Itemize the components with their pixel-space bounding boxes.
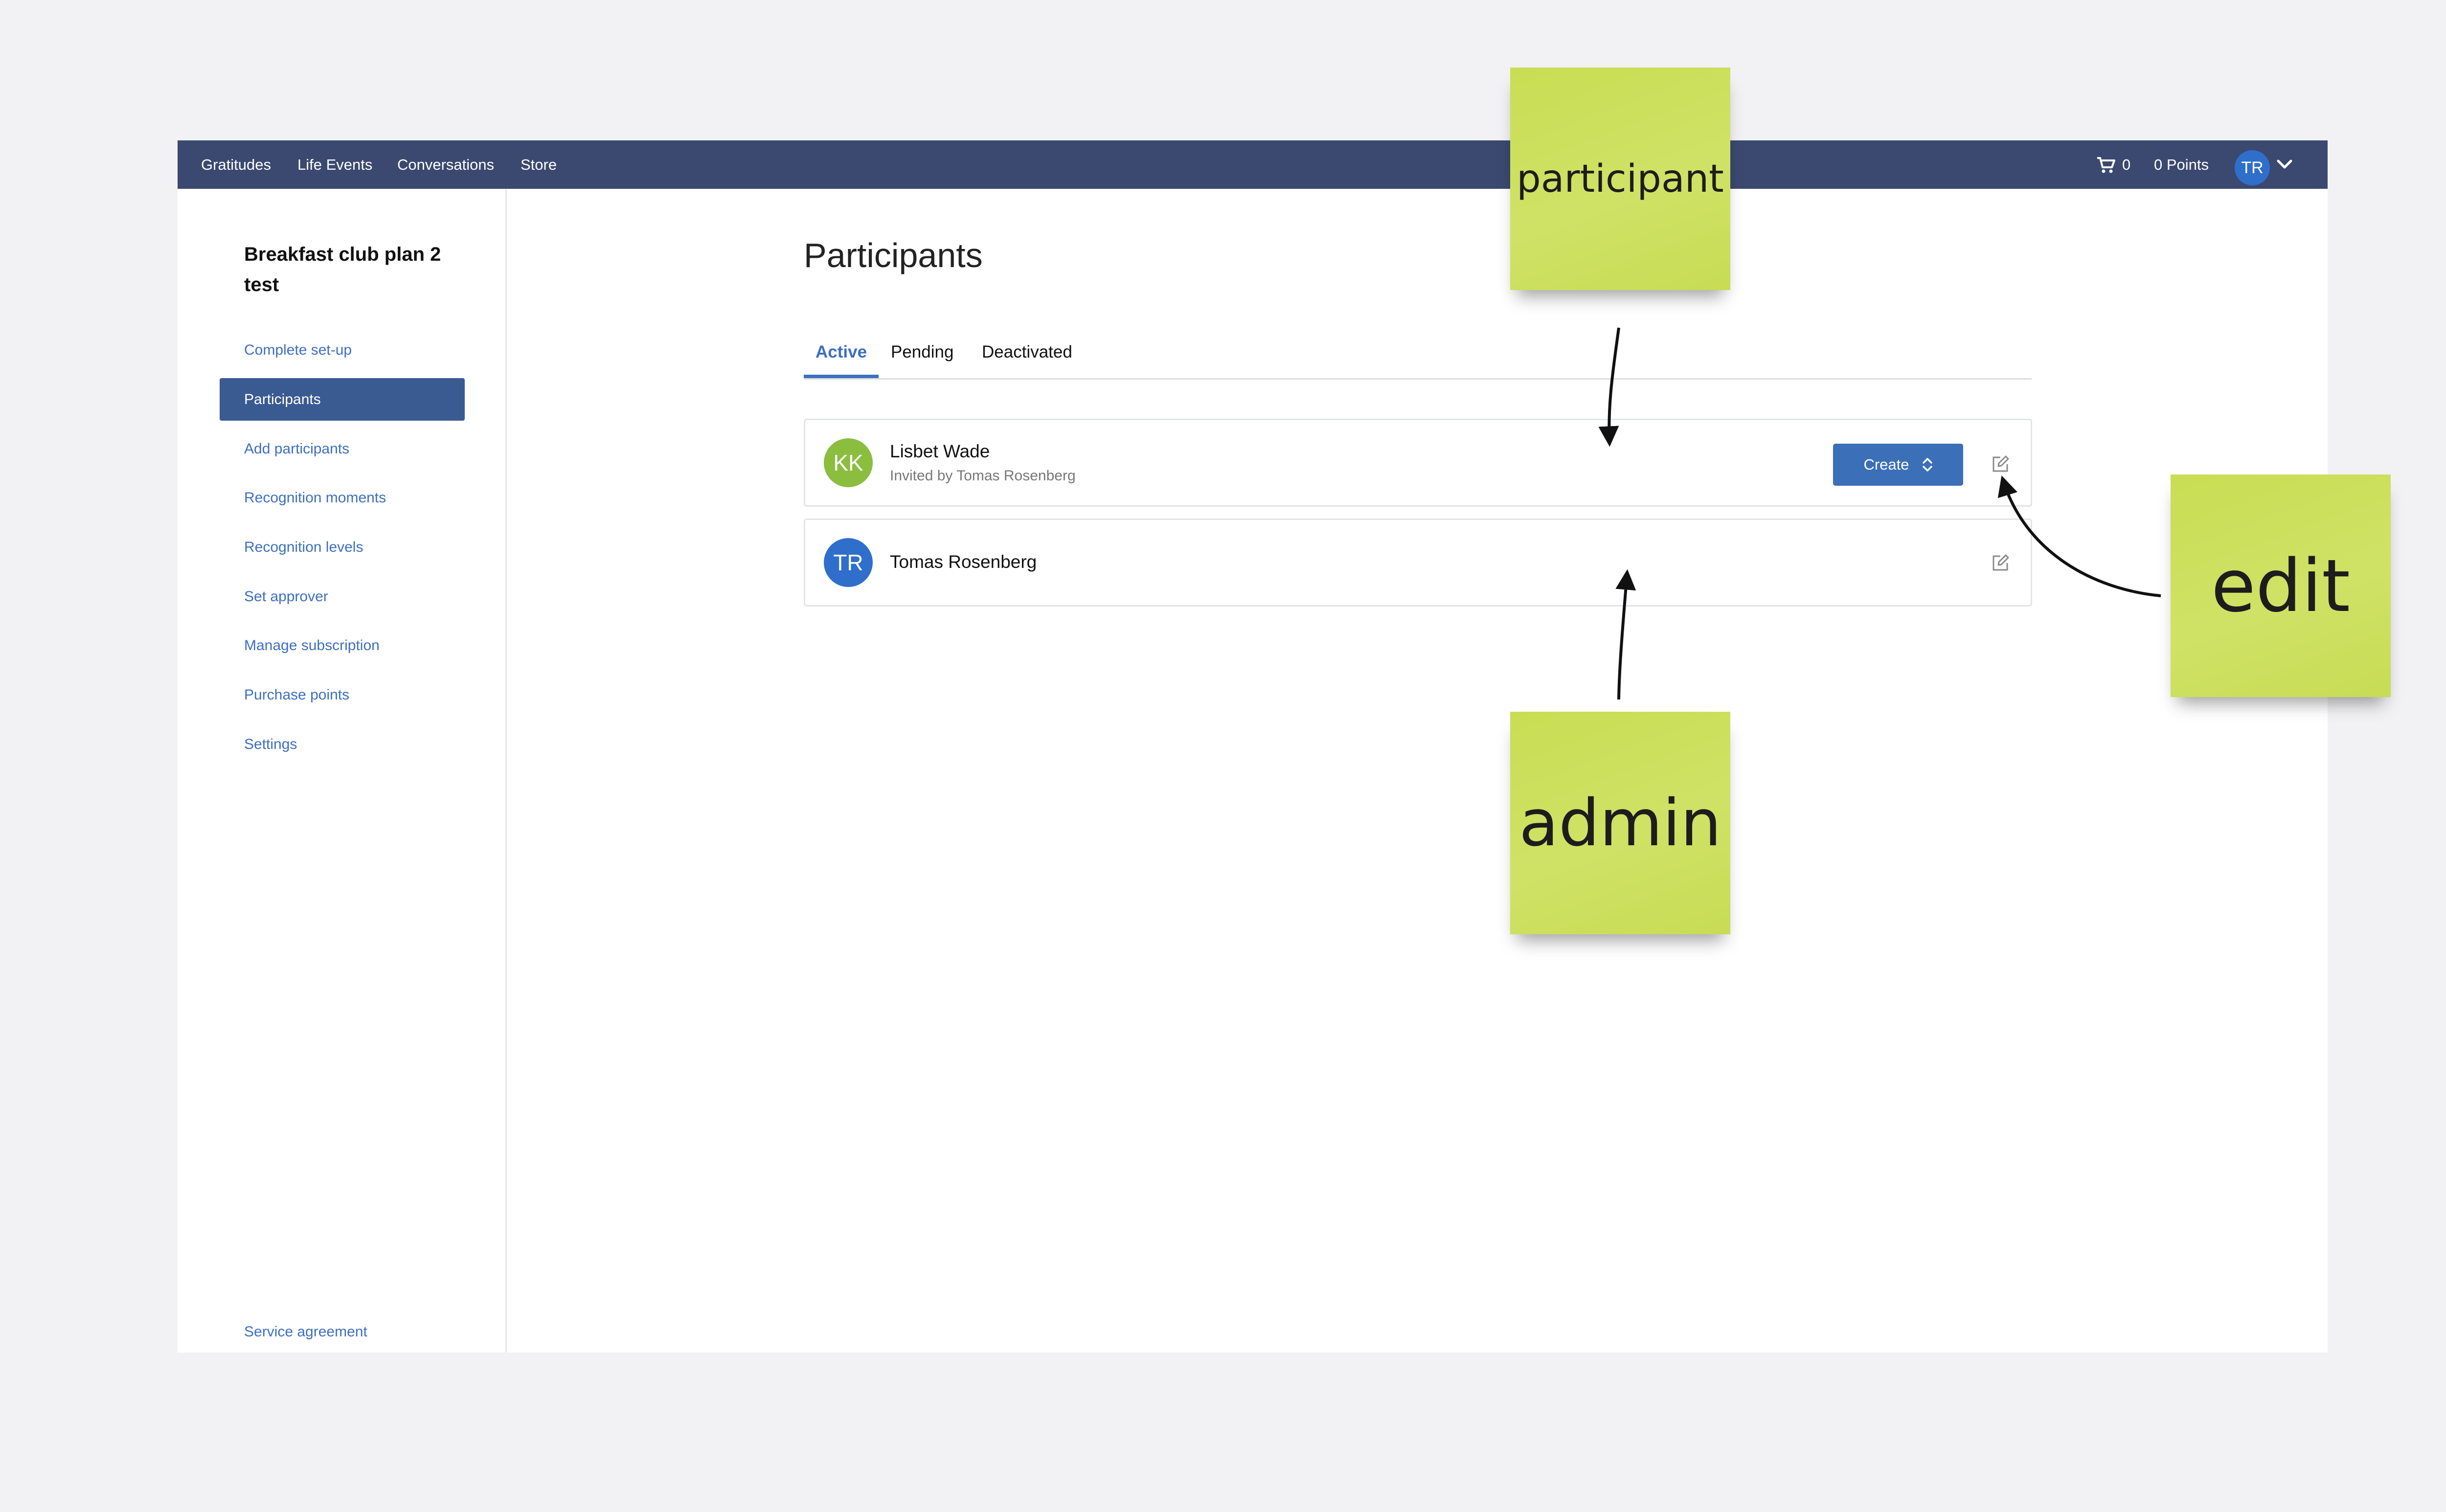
participant-row[interactable]: KK Lisbet Wade Invited by Tomas Rosenber…	[804, 419, 2032, 507]
sticky-note-admin: admin	[1510, 712, 1730, 934]
sticky-note-edit: edit	[2171, 474, 2391, 697]
sidebar-item-set-approver[interactable]: Set approver	[220, 575, 465, 618]
cart-button[interactable]: 0	[2096, 140, 2130, 189]
top-navigation-bar: Gratitudes Life Events Conversations Sto…	[178, 140, 2328, 189]
participant-row[interactable]: TR Tomas Rosenberg	[804, 519, 2032, 607]
user-avatar[interactable]: TR	[2235, 150, 2270, 185]
nav-life-events[interactable]: Life Events	[297, 140, 372, 189]
create-button[interactable]: Create	[1833, 444, 1963, 486]
app-window: Gratitudes Life Events Conversations Sto…	[178, 140, 2328, 1353]
avatar: TR	[824, 538, 873, 587]
sort-arrows-icon	[1922, 458, 1932, 472]
edit-icon[interactable]	[1991, 454, 2010, 474]
sticky-note-label: admin	[1519, 785, 1721, 861]
sidebar-item-complete-setup[interactable]: Complete set-up	[220, 329, 465, 371]
sticky-note-participant: participant	[1510, 68, 1730, 290]
tab-deactivated[interactable]: Deactivated	[982, 336, 1072, 378]
service-agreement-link[interactable]: Service agreement	[244, 1324, 367, 1340]
chevron-down-icon[interactable]	[2276, 158, 2293, 171]
points-balance[interactable]: 0 Points	[2154, 140, 2209, 189]
tab-active[interactable]: Active	[804, 336, 879, 378]
edit-icon[interactable]	[1991, 553, 2010, 573]
sidebar-item-purchase-points[interactable]: Purchase points	[220, 674, 465, 716]
tab-pending[interactable]: Pending	[891, 336, 953, 378]
sidebar-item-recognition-moments[interactable]: Recognition moments	[220, 476, 465, 519]
create-button-label: Create	[1863, 456, 1909, 473]
nav-gratitudes[interactable]: Gratitudes	[201, 140, 271, 189]
page-title: Participants	[804, 236, 983, 274]
sticky-note-label: participant	[1517, 157, 1724, 201]
sidebar-item-settings[interactable]: Settings	[220, 723, 465, 766]
plan-title: Breakfast club plan 2 test	[244, 244, 441, 295]
participant-name: Lisbet Wade	[890, 441, 990, 461]
participant-invited-by: Invited by Tomas Rosenberg	[890, 468, 1076, 484]
cart-count: 0	[2122, 156, 2131, 173]
cart-icon	[2097, 157, 2115, 173]
sidebar-item-add-participants[interactable]: Add participants	[220, 428, 465, 470]
participant-name: Tomas Rosenberg	[890, 552, 1037, 572]
nav-conversations[interactable]: Conversations	[397, 140, 494, 189]
nav-store[interactable]: Store	[521, 140, 557, 189]
sticky-note-label: edit	[2211, 543, 2351, 628]
sidebar-item-recognition-levels[interactable]: Recognition levels	[220, 526, 465, 568]
sidebar-item-manage-subscription[interactable]: Manage subscription	[220, 624, 465, 667]
sidebar-item-participants[interactable]: Participants	[220, 378, 465, 421]
participant-tabs: Active Pending Deactivated	[804, 336, 2032, 380]
avatar: KK	[824, 438, 873, 487]
sidebar: Breakfast club plan 2 test Complete set-…	[178, 189, 507, 1353]
